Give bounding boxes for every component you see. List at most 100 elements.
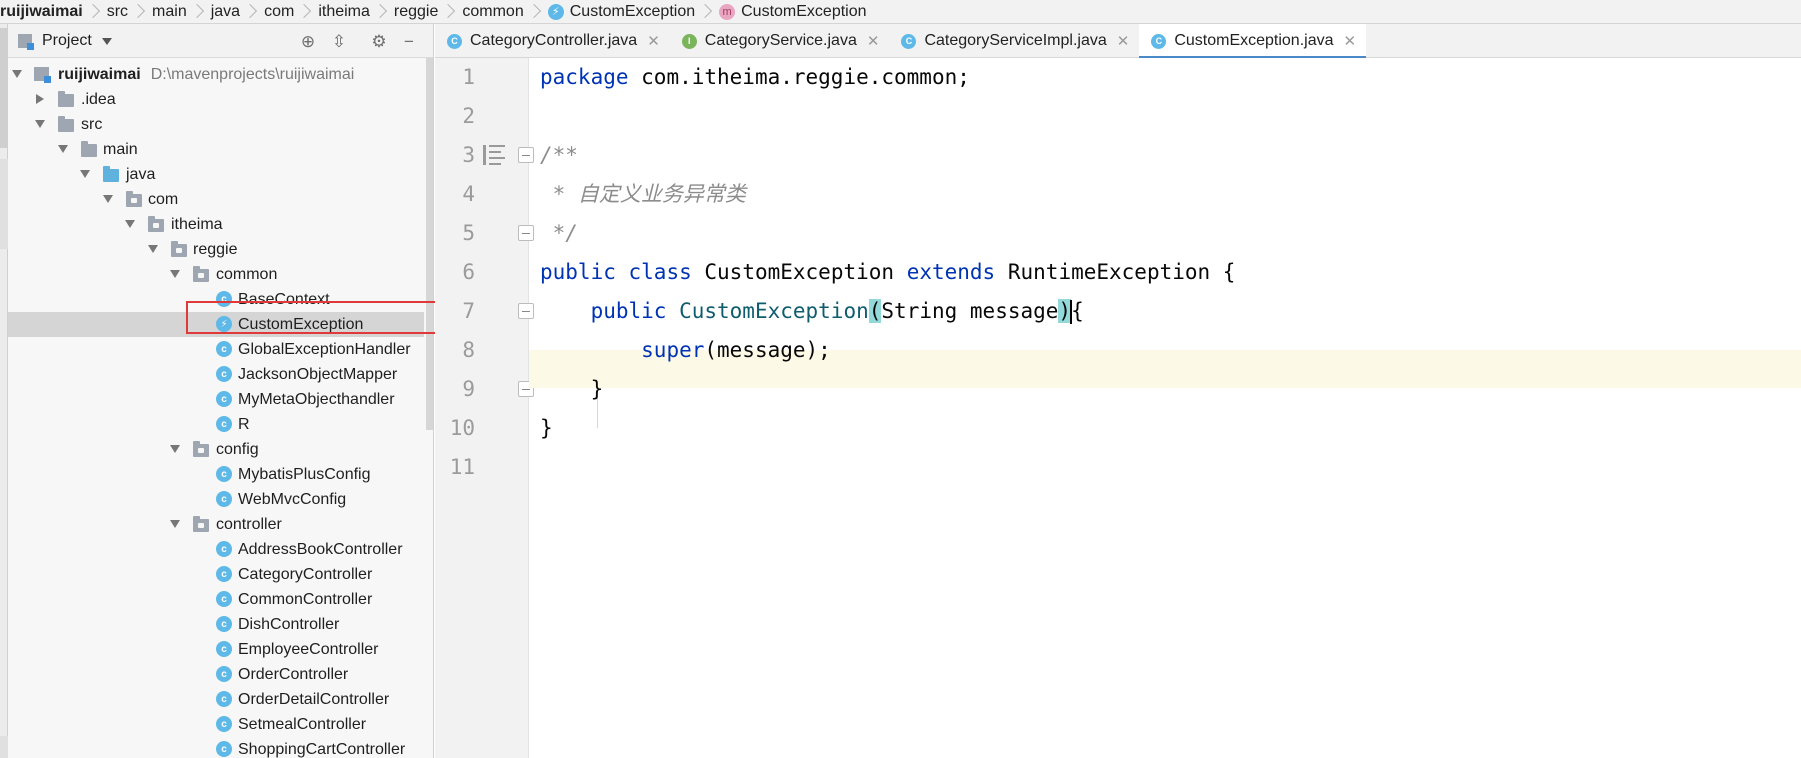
- tab-custom-exception[interactable]: C CustomException.java ✕: [1139, 24, 1367, 59]
- code-line-1: package com.itheima.reggie.common;: [540, 65, 970, 89]
- close-icon[interactable]: ✕: [1117, 32, 1130, 50]
- tree-item-class[interactable]: c MyMetaObjecthandler: [8, 387, 424, 412]
- tree-item-class[interactable]: c OrderController: [8, 662, 424, 687]
- class-icon: c: [216, 566, 232, 582]
- expand-arrow-icon[interactable]: [125, 220, 135, 228]
- fold-toggle-icon[interactable]: [518, 303, 534, 319]
- tree-item-com[interactable]: com: [8, 187, 424, 212]
- breadcrumb-item-com[interactable]: com: [264, 0, 318, 23]
- breadcrumb-item-reggie[interactable]: reggie: [394, 0, 462, 23]
- line-number: 2: [462, 104, 475, 128]
- expand-arrow-icon[interactable]: [12, 70, 22, 78]
- package-icon: [148, 216, 164, 232]
- breadcrumb: ruijiwaimai src main java com itheima re…: [0, 0, 1801, 24]
- class-icon: c: [216, 591, 232, 607]
- package-icon: [193, 441, 209, 457]
- breadcrumb-item-itheima[interactable]: itheima: [318, 0, 394, 23]
- breadcrumb-item-project[interactable]: ruijiwaimai: [0, 0, 107, 23]
- chevron-right-icon: [246, 0, 256, 23]
- expand-arrow-icon[interactable]: [35, 120, 45, 128]
- expand-arrow-icon[interactable]: [170, 445, 180, 453]
- line-number: 1: [462, 65, 475, 89]
- tab-category-service[interactable]: I CategoryService.java ✕: [670, 24, 890, 58]
- tree-item-class[interactable]: c ShoppingCartController: [8, 737, 424, 758]
- code-line-9: }: [590, 377, 604, 401]
- gear-icon[interactable]: ⚙: [368, 31, 390, 53]
- code-line-6: public class CustomException extends Run…: [540, 260, 1236, 284]
- tree-item-controller[interactable]: controller: [8, 512, 424, 537]
- folder-icon: [58, 91, 74, 107]
- tab-category-controller[interactable]: C CategoryController.java ✕: [435, 24, 670, 58]
- tree-item-itheima[interactable]: itheima: [8, 212, 424, 237]
- annotation-highlight-box: [186, 301, 442, 334]
- breadcrumb-item-java[interactable]: java: [211, 0, 264, 23]
- package-icon: [171, 241, 187, 257]
- chevron-right-icon: [193, 0, 203, 23]
- javadoc-render-icon[interactable]: [483, 144, 505, 165]
- tree-item-class[interactable]: c MybatisPlusConfig: [8, 462, 424, 487]
- chevron-right-icon: [89, 0, 99, 23]
- tree-item-class[interactable]: c R: [8, 412, 424, 437]
- breadcrumb-item-main[interactable]: main: [152, 0, 211, 23]
- source-folder-icon: [103, 166, 119, 182]
- expand-arrow-icon[interactable]: [80, 170, 90, 178]
- class-icon: c: [216, 391, 232, 407]
- method-icon: m: [719, 3, 736, 20]
- breadcrumb-item-src[interactable]: src: [107, 0, 152, 23]
- locate-target-icon[interactable]: ⊕: [297, 31, 319, 53]
- collapse-all-icon[interactable]: ⇳: [328, 31, 350, 53]
- package-icon: [193, 516, 209, 532]
- chevron-right-icon: [444, 0, 454, 23]
- close-icon[interactable]: ✕: [647, 32, 660, 50]
- code-line-8: super(message);: [641, 338, 831, 362]
- expand-arrow-icon[interactable]: [103, 195, 113, 203]
- code-line-3: /**: [540, 143, 578, 167]
- expand-arrow-icon[interactable]: [148, 245, 158, 253]
- code-editor[interactable]: 1 2 3 4 5 6 7 8 9 10 11 package com.ithe…: [435, 58, 1801, 758]
- tree-item-java[interactable]: java: [8, 162, 424, 187]
- expand-arrow-icon[interactable]: [58, 145, 68, 153]
- tree-item-reggie[interactable]: reggie: [8, 237, 424, 262]
- tree-item-class[interactable]: c GlobalExceptionHandler: [8, 337, 424, 362]
- breadcrumb-item-method[interactable]: m CustomException: [719, 0, 872, 23]
- tree-item-src[interactable]: src: [8, 112, 424, 137]
- chevron-right-icon: [701, 0, 711, 23]
- tree-item-class[interactable]: c CategoryController: [8, 562, 424, 587]
- tree-scrollbar[interactable]: [426, 58, 433, 430]
- tree-item-class[interactable]: c EmployeeController: [8, 637, 424, 662]
- project-view-selector[interactable]: Project: [18, 24, 112, 58]
- tree-item-root[interactable]: ruijiwaimai D:\mavenprojects\ruijiwaimai: [8, 62, 424, 87]
- tree-item-main[interactable]: main: [8, 137, 424, 162]
- tree-item-class[interactable]: c AddressBookController: [8, 537, 424, 562]
- breadcrumb-item-common[interactable]: common: [462, 0, 547, 23]
- tool-window-favorites-tab[interactable]: [0, 736, 8, 758]
- close-icon[interactable]: ✕: [1344, 32, 1357, 50]
- minimize-icon[interactable]: −: [398, 31, 420, 53]
- fold-toggle-icon[interactable]: [518, 147, 534, 163]
- breadcrumb-item-class[interactable]: ⚡ CustomException: [547, 0, 719, 23]
- close-icon[interactable]: ✕: [867, 32, 880, 50]
- tree-item-common[interactable]: common: [8, 262, 424, 287]
- tool-window-structure-tab[interactable]: [0, 159, 8, 249]
- tree-item-idea[interactable]: .idea: [8, 87, 424, 112]
- tree-item-class[interactable]: c JacksonObjectMapper: [8, 362, 424, 387]
- tree-item-config[interactable]: config: [8, 437, 424, 462]
- tab-category-service-impl[interactable]: C CategoryServiceImpl.java ✕: [889, 24, 1139, 58]
- class-icon: c: [216, 341, 232, 357]
- collapse-arrow-icon[interactable]: [36, 94, 44, 104]
- chevron-right-icon: [134, 0, 144, 23]
- fold-toggle-icon[interactable]: [518, 225, 534, 241]
- class-icon: c: [216, 491, 232, 507]
- tree-item-class[interactable]: c SetmealController: [8, 712, 424, 737]
- tree-item-class[interactable]: c WebMvcConfig: [8, 487, 424, 512]
- editor-tabs: C CategoryController.java ✕ I CategorySe…: [435, 24, 1801, 59]
- tree-item-class[interactable]: c OrderDetailController: [8, 687, 424, 712]
- editor-gutter: 1 2 3 4 5 6 7 8 9 10 11: [435, 58, 534, 758]
- tree-item-class[interactable]: c CommonController: [8, 587, 424, 612]
- expand-arrow-icon[interactable]: [170, 520, 180, 528]
- tree-item-class[interactable]: c DishController: [8, 612, 424, 637]
- interface-icon: I: [681, 33, 697, 49]
- chevron-right-icon: [530, 0, 540, 23]
- expand-arrow-icon[interactable]: [170, 270, 180, 278]
- tool-window-project-tab[interactable]: [0, 28, 8, 148]
